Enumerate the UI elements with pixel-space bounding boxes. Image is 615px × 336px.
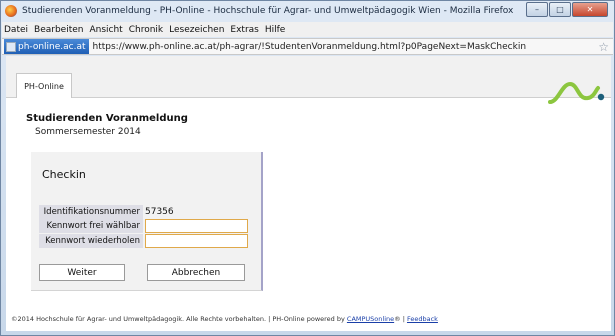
menu-extras[interactable]: Extras (230, 25, 258, 35)
checkin-panel: Checkin Identifikationsnummer 57356 Kenn… (31, 152, 263, 291)
page-title: Studierenden Voranmeldung (26, 113, 188, 124)
window-controls: – □ ✕ (525, 2, 608, 17)
checkin-title: Checkin (42, 168, 86, 181)
site-identity-button[interactable]: ph-online.ac.at (4, 39, 89, 54)
id-label: Identifikationsnummer (39, 205, 143, 219)
bookmark-star-icon[interactable]: ☆ (598, 40, 609, 54)
menu-chronik[interactable]: Chronik (129, 25, 163, 35)
password-row: Kennwort frei wählbar (39, 219, 248, 233)
password-input[interactable] (145, 219, 248, 233)
firefox-icon (5, 5, 17, 17)
feedback-link[interactable]: Feedback (407, 315, 438, 323)
tab-ph-online[interactable]: PH-Online (16, 73, 72, 98)
logo-dot (597, 93, 605, 101)
maximize-button[interactable]: □ (549, 2, 571, 17)
menu-ansicht[interactable]: Ansicht (89, 25, 122, 35)
logo-curve (548, 81, 600, 104)
menu-hilfe[interactable]: Hilfe (265, 25, 285, 35)
ph-logo-icon (548, 81, 605, 104)
url-text[interactable]: https://www.ph-online.ac.at/ph-agrar/!St… (93, 42, 527, 52)
site-identity-label: ph-online.ac.at (18, 41, 86, 52)
page-header: PH-Online (6, 56, 611, 104)
menu-datei[interactable]: Datei (4, 25, 28, 35)
repeat-password-input[interactable] (145, 234, 248, 248)
cancel-button[interactable]: Abbrechen (147, 264, 245, 281)
password-label: Kennwort frei wählbar (39, 219, 143, 233)
campusonline-link[interactable]: CAMPUSonline (347, 315, 394, 323)
repeat-password-row: Kennwort wiederholen (39, 234, 248, 248)
footer-text: ©2014 Hochschule für Agrar- und Umweltpä… (11, 315, 347, 323)
next-button[interactable]: Weiter (39, 264, 125, 281)
title-bar: Studierenden Voranmeldung - PH-Online - … (1, 1, 614, 21)
minimize-button[interactable]: – (526, 2, 548, 17)
page-footer: ©2014 Hochschule für Agrar- und Umweltpä… (11, 315, 438, 323)
menu-bar: Datei Bearbeiten Ansicht Chronik Lesezei… (2, 22, 613, 37)
footer-separator: ® | (394, 315, 407, 323)
menu-lesezeichen[interactable]: Lesezeichen (169, 25, 224, 35)
repeat-password-label: Kennwort wiederholen (39, 234, 143, 248)
close-button[interactable]: ✕ (572, 2, 608, 17)
id-row: Identifikationsnummer 57356 (39, 205, 174, 219)
browser-window: Studierenden Voranmeldung - PH-Online - … (0, 0, 615, 336)
site-favicon-icon (6, 41, 16, 52)
window-title: Studierenden Voranmeldung - PH-Online - … (22, 6, 514, 16)
id-value: 57356 (145, 207, 174, 217)
page-subtitle: Sommersemester 2014 (35, 127, 141, 137)
address-bar[interactable]: ph-online.ac.at https://www.ph-online.ac… (2, 38, 613, 55)
page-content: PH-Online Studierenden Voranmeldung Somm… (6, 56, 611, 331)
menu-bearbeiten[interactable]: Bearbeiten (34, 25, 83, 35)
